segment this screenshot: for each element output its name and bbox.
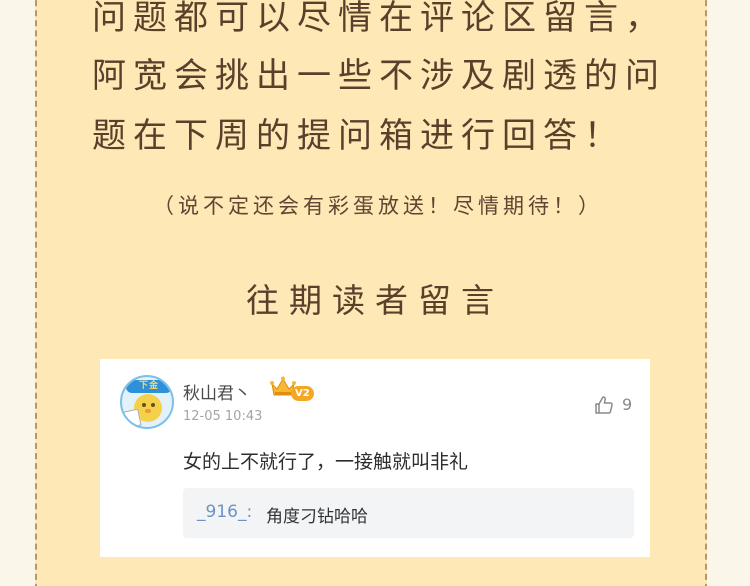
paper-icon xyxy=(123,408,142,427)
thumbs-up-icon[interactable] xyxy=(594,395,614,415)
section-title: 往期读者留言 xyxy=(246,281,504,320)
level-badge: V2 xyxy=(291,386,314,401)
reply-text: 角度刁钻哈哈 xyxy=(266,507,368,527)
page: 问题都可以尽情在评论区留言， 阿宽会挑出一些不涉及剧透的问 题在下周的提问箱进行… xyxy=(0,0,750,586)
reply-box[interactable]: _916_: 角度刁钻哈哈 xyxy=(183,488,634,538)
aside-note: （说不定还会有彩蛋放送！尽情期待！） xyxy=(153,194,603,218)
reader-comment-card: 下金 秋山君丶 V2 12-05 10:43 9 女的上不就行了，一接触就叫非礼… xyxy=(100,359,650,557)
intro-line-3: 题在下周的提问箱进行回答！ xyxy=(92,116,625,156)
avatar[interactable]: 下金 xyxy=(120,375,174,429)
avatar-badge-label: 下金 xyxy=(138,381,159,391)
timestamp: 12-05 10:43 xyxy=(183,409,263,424)
avatar-badge: 下金 xyxy=(126,380,172,393)
username[interactable]: 秋山君丶 xyxy=(183,379,251,404)
comment-text: 女的上不就行了，一接触就叫非礼 xyxy=(183,451,469,473)
reply-author[interactable]: _916_: xyxy=(197,502,252,522)
like-count: 9 xyxy=(622,395,633,414)
intro-line-2: 阿宽会挑出一些不涉及剧透的问 xyxy=(92,56,666,96)
intro-line-1: 问题都可以尽情在评论区留言， xyxy=(92,0,666,38)
